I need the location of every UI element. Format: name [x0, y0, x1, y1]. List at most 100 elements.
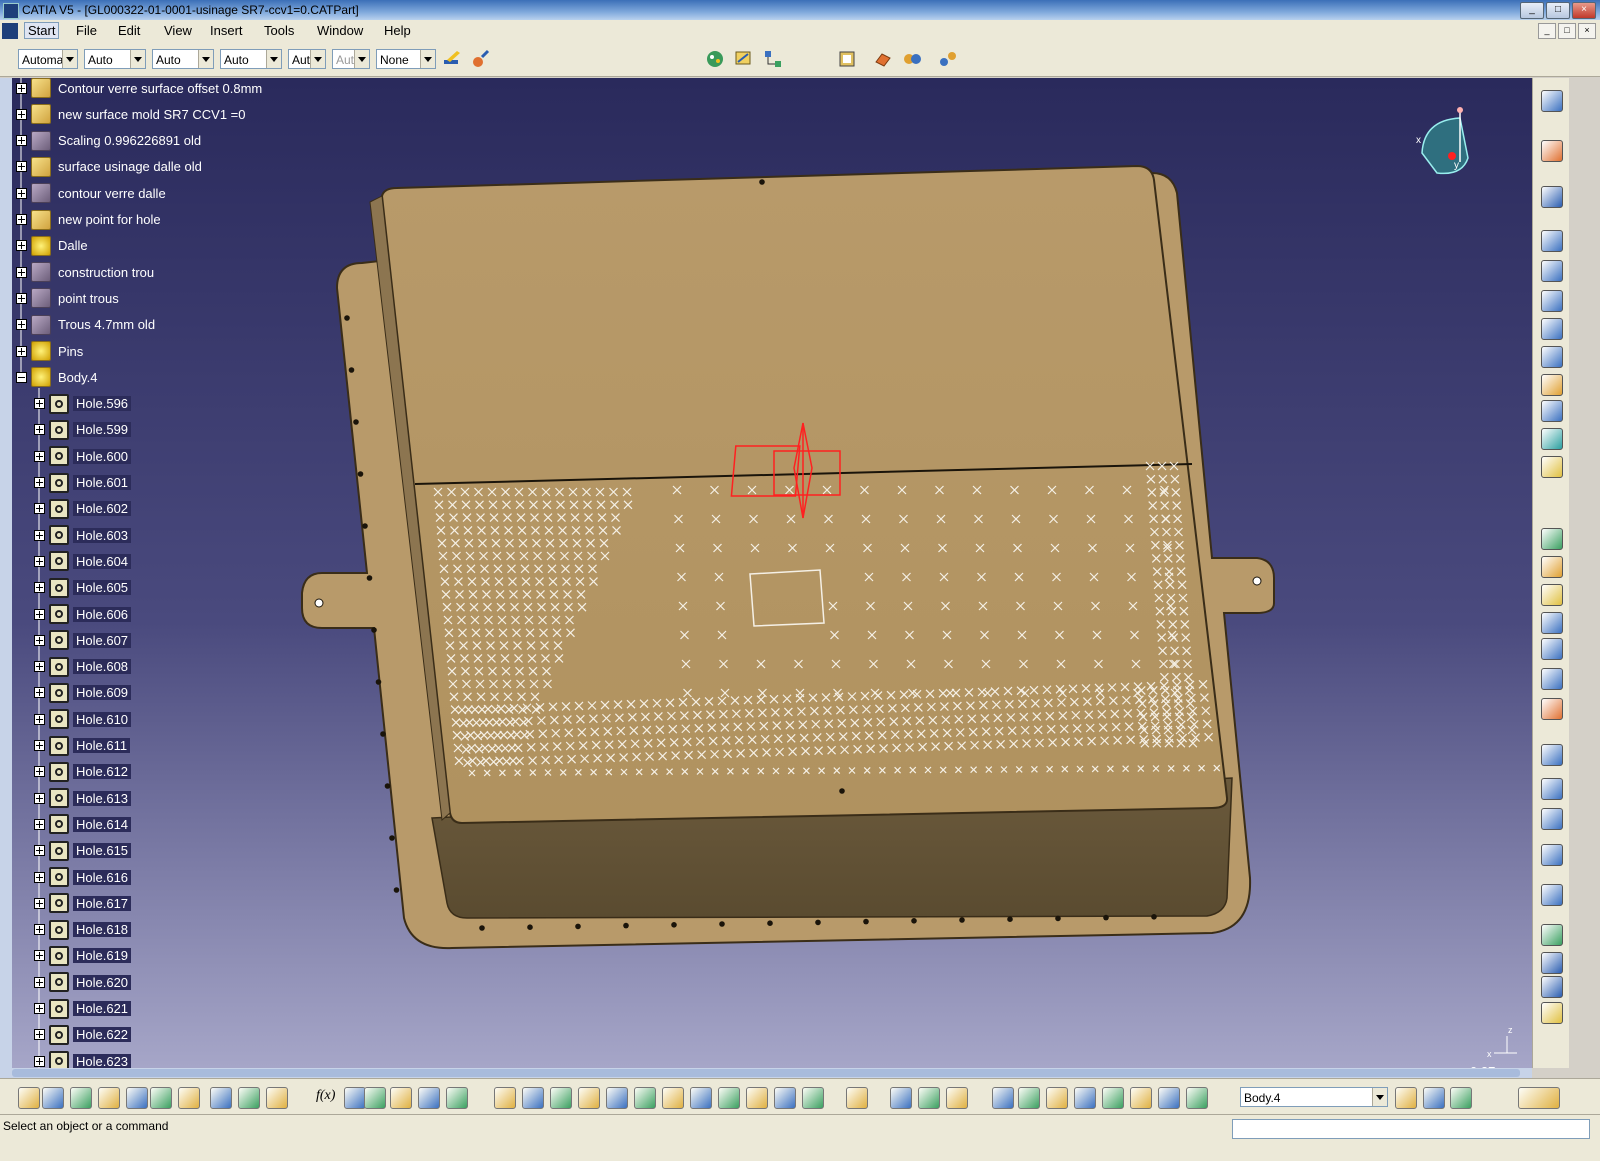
- constraint-icon[interactable]: [937, 48, 959, 70]
- translate-icon[interactable]: [1541, 778, 1563, 800]
- tree-item-hole[interactable]: Hole.620: [34, 971, 132, 993]
- hand-icon[interactable]: [1018, 1087, 1040, 1109]
- split-icon[interactable]: [1541, 638, 1563, 660]
- expand-icon[interactable]: [34, 1029, 45, 1041]
- tools-palette-icon[interactable]: [704, 48, 726, 70]
- command-input[interactable]: [1232, 1119, 1590, 1139]
- reference-point-icon[interactable]: [1541, 952, 1563, 974]
- thick-surface-icon[interactable]: [1541, 668, 1563, 690]
- redo-icon[interactable]: [238, 1087, 260, 1109]
- collapse-icon[interactable]: [16, 371, 27, 383]
- machined-part[interactable]: [301, 164, 1275, 950]
- menu-window[interactable]: Window: [317, 23, 363, 38]
- tree-item[interactable]: Pins: [16, 340, 86, 362]
- expand-icon[interactable]: [34, 871, 45, 883]
- fillet-icon[interactable]: [1541, 428, 1563, 450]
- expand-icon[interactable]: [34, 503, 45, 515]
- tree-item-hole[interactable]: Hole.602: [34, 498, 132, 520]
- measure-item-icon[interactable]: [918, 1087, 940, 1109]
- fly-mode-icon[interactable]: [522, 1087, 544, 1109]
- chevron-down-icon[interactable]: [130, 50, 145, 68]
- tree-item[interactable]: Dalle: [16, 235, 91, 257]
- chevron-down-icon[interactable]: [1372, 1088, 1387, 1106]
- expand-icon[interactable]: [34, 529, 45, 541]
- zoom-in-icon[interactable]: [634, 1087, 656, 1109]
- menu-edit[interactable]: Edit: [118, 23, 140, 38]
- groove-icon[interactable]: [1541, 318, 1563, 340]
- paintbrush-icon[interactable]: [441, 48, 463, 70]
- tree-item[interactable]: surface usinage dalle old: [16, 156, 205, 178]
- rib-icon[interactable]: [1541, 374, 1563, 396]
- tree-item-hole[interactable]: Hole.601: [34, 472, 132, 494]
- painter-icon[interactable]: [470, 48, 492, 70]
- shading-icon[interactable]: [774, 1087, 796, 1109]
- formula-list-icon[interactable]: [1130, 1087, 1152, 1109]
- expand-icon[interactable]: [34, 450, 45, 462]
- print-icon[interactable]: [98, 1087, 120, 1109]
- update-icon[interactable]: [992, 1087, 1014, 1109]
- tree-item-hole[interactable]: Hole.616: [34, 866, 132, 888]
- measure-between-icon[interactable]: [890, 1087, 912, 1109]
- constraint-icon[interactable]: [1102, 1087, 1124, 1109]
- pattern-icon[interactable]: [1541, 844, 1563, 866]
- menu-insert[interactable]: Insert: [210, 23, 243, 38]
- reference-plane-icon[interactable]: [1541, 1002, 1563, 1024]
- scaling-icon[interactable]: [1541, 884, 1563, 906]
- tree-item-hole[interactable]: Hole.599: [34, 419, 132, 441]
- tree-item-hole[interactable]: Hole.621: [34, 998, 132, 1020]
- tree-item-hole[interactable]: Hole.596: [34, 393, 132, 415]
- new-icon[interactable]: [18, 1087, 40, 1109]
- doc-restore-button[interactable]: □: [1558, 23, 1576, 39]
- expand-icon[interactable]: [34, 477, 45, 488]
- plane-icon[interactable]: [1186, 1087, 1208, 1109]
- expand-icon[interactable]: [34, 398, 45, 410]
- tree-item-hole[interactable]: Hole.604: [34, 550, 132, 572]
- normal-view-icon[interactable]: [690, 1087, 712, 1109]
- expand-icon[interactable]: [16, 108, 27, 120]
- expand-icon[interactable]: [34, 555, 45, 567]
- tree-item[interactable]: new point for hole: [16, 209, 164, 231]
- rotate-icon[interactable]: [606, 1087, 628, 1109]
- menu-start[interactable]: Start: [24, 22, 60, 39]
- knowledge-icon[interactable]: [344, 1087, 366, 1109]
- draft-icon[interactable]: [1541, 528, 1563, 550]
- menu-view[interactable]: View: [164, 23, 192, 38]
- close-button[interactable]: ×: [1572, 2, 1596, 19]
- current-body-combo[interactable]: Body.4: [1240, 1087, 1388, 1107]
- fit-all-icon[interactable]: [550, 1087, 572, 1109]
- tree-item[interactable]: new surface mold SR7 CCV1 =0: [16, 103, 249, 125]
- save-icon[interactable]: [70, 1087, 92, 1109]
- expand-icon[interactable]: [34, 792, 45, 804]
- tree-item-hole[interactable]: Hole.607: [34, 629, 132, 651]
- viewport-horizontal-scrollbar[interactable]: [0, 1068, 1532, 1078]
- sketcher-icon[interactable]: [1541, 186, 1563, 208]
- tree-item[interactable]: contour verre dalle: [16, 182, 169, 204]
- chamfer-icon[interactable]: [1541, 456, 1563, 478]
- tree-item-hole[interactable]: Hole.614: [34, 813, 132, 835]
- expand-icon[interactable]: [34, 424, 45, 436]
- reference-line-icon[interactable]: [1541, 976, 1563, 998]
- tree-item-hole[interactable]: Hole.615: [34, 840, 132, 862]
- minimize-button[interactable]: _: [1520, 2, 1544, 19]
- copy-icon[interactable]: [150, 1087, 172, 1109]
- expand-icon[interactable]: [16, 292, 27, 304]
- multi-view-icon[interactable]: [718, 1087, 740, 1109]
- expand-icon[interactable]: [34, 713, 45, 725]
- tree-item[interactable]: Scaling 0.996226891 old: [16, 130, 204, 152]
- document-icon[interactable]: [2, 23, 18, 39]
- expand-icon[interactable]: [34, 1055, 45, 1067]
- transparency-combo[interactable]: Auto: [84, 49, 146, 69]
- slot-icon[interactable]: [1541, 400, 1563, 422]
- part-design-icon[interactable]: [872, 48, 894, 70]
- tree-item-hole[interactable]: Hole.606: [34, 603, 132, 625]
- expand-icon[interactable]: [34, 608, 45, 620]
- chevron-down-icon[interactable]: [266, 50, 281, 68]
- expand-icon[interactable]: [34, 661, 45, 673]
- pan-icon[interactable]: [578, 1087, 600, 1109]
- sew-surface-icon[interactable]: [1541, 744, 1563, 766]
- expand-icon[interactable]: [34, 582, 45, 594]
- gear-icon[interactable]: [1541, 90, 1563, 112]
- check-icon[interactable]: [1158, 1087, 1180, 1109]
- tree-item-hole[interactable]: Hole.608: [34, 656, 132, 678]
- doc-close-button[interactable]: ×: [1578, 23, 1596, 39]
